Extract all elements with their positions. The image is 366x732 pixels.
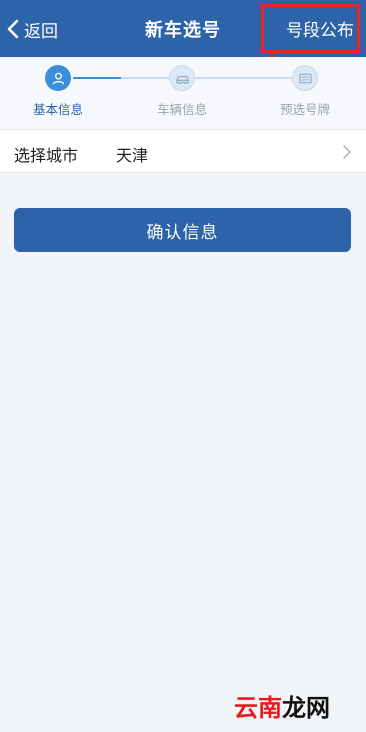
confirm-button[interactable]: 确认信息	[14, 208, 351, 252]
step-label: 车辆信息	[156, 102, 207, 117]
app-screen: 返回 新车选号 号段公布 基本信息 车辆信息 预选号牌 选择城市 天津 确认信息…	[0, 0, 366, 732]
step-label: 基本信息	[32, 102, 83, 117]
plate-icon	[292, 65, 318, 91]
city-value: 天津	[116, 146, 149, 165]
step-label: 预选号牌	[279, 102, 330, 117]
step-plate-preselect: 预选号牌	[260, 65, 350, 118]
person-icon	[45, 65, 71, 91]
car-icon	[169, 65, 195, 91]
watermark-part2: 龙网	[282, 694, 330, 722]
chevron-right-icon	[343, 145, 352, 159]
watermark-logo: 云南龙网	[234, 688, 330, 723]
progress-steps: 基本信息 车辆信息 预选号牌	[0, 57, 366, 129]
city-label: 选择城市	[14, 146, 79, 165]
nav-header: 返回 新车选号 号段公布	[0, 0, 366, 57]
city-selector-row[interactable]: 选择城市 天津	[0, 129, 366, 173]
watermark-part1: 云南	[234, 694, 282, 722]
step-vehicle-info: 车辆信息	[137, 65, 227, 118]
number-release-button[interactable]: 号段公布	[286, 16, 354, 41]
step-basic-info: 基本信息	[13, 65, 103, 118]
